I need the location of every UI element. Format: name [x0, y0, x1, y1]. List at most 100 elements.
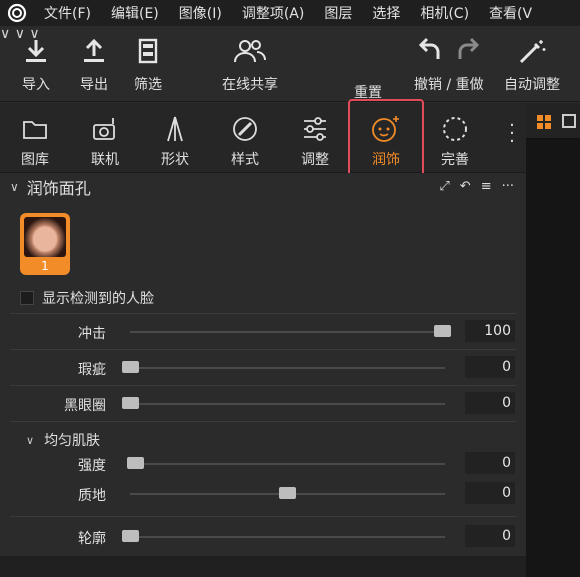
show-faces-label: 显示检测到的人脸 [42, 291, 154, 307]
camera-tether-icon [91, 115, 119, 143]
menu-layers[interactable]: 图层 [324, 3, 352, 23]
slider-value[interactable]: 0 [465, 392, 515, 414]
divider [10, 385, 516, 386]
share-online-button[interactable]: 在线共享 [222, 36, 278, 94]
slider-thumb[interactable] [127, 457, 144, 469]
undo-redo-label: 撤销 / 重做 [414, 77, 484, 93]
auto-adjust-label: 自动调整 [504, 77, 560, 93]
expand-icon[interactable]: ⤢ [439, 179, 449, 194]
slider-track[interactable] [130, 367, 445, 369]
panel-bottom-bar [0, 556, 526, 577]
export-chevron-down-icon[interactable]: ∨ [0, 26, 10, 42]
slider-row-dark-circles: 黑眼圈 0 [0, 392, 526, 416]
slider-track[interactable] [130, 331, 445, 333]
app-logo-icon [4, 0, 30, 26]
slider-row-impact: 冲击 100 [0, 320, 526, 344]
menu-view[interactable]: 查看(V [489, 3, 532, 23]
slider-track[interactable] [130, 536, 445, 538]
slider-thumb[interactable] [122, 361, 139, 373]
show-faces-checkbox[interactable] [20, 291, 34, 305]
divider [10, 421, 516, 422]
panel-actions: ⤢ ↶ ≡ ··· [439, 179, 514, 194]
collapse-chevron-icon[interactable]: ∨ [10, 180, 19, 194]
face-count: 1 [41, 259, 49, 273]
slider-label: 黑眼圈 [64, 398, 106, 414]
tab-adjust[interactable]: 调整 [285, 115, 345, 169]
tab-library[interactable]: 图库 [5, 115, 65, 169]
menu-edit[interactable]: 编辑(E) [111, 3, 159, 23]
slider-value[interactable]: 0 [465, 525, 515, 547]
show-faces-row: 显示检测到的人脸 [20, 288, 154, 308]
slider-label: 瑕疵 [78, 362, 106, 378]
auto-adjust-button[interactable]: 自动调整 [504, 36, 560, 94]
menu-adjustments[interactable]: 调整项(A) [242, 3, 305, 23]
tab-refine-label: 完善 [441, 152, 469, 168]
more-icon[interactable]: ··· [502, 179, 514, 194]
face-thumbnail[interactable]: 1 [20, 213, 70, 275]
filter-button[interactable]: 筛选 [134, 36, 162, 94]
share-online-label: 在线共享 [222, 77, 278, 93]
menu-select[interactable]: 选择 [372, 3, 400, 23]
slider-label: 质地 [78, 488, 106, 504]
menu-bar: 文件(F) 编辑(E) 图像(I) 调整项(A) 图层 选择 相机(C) 查看(… [0, 0, 580, 26]
filter-label: 筛选 [134, 77, 162, 93]
export-icon [82, 36, 106, 66]
divider [10, 313, 516, 314]
chevron-down-icon: ∨ [26, 433, 35, 447]
menu-image[interactable]: 图像(I) [179, 3, 222, 23]
slider-thumb[interactable] [279, 487, 296, 499]
even-skin-title: 均匀肌肤 [44, 433, 101, 449]
menu-icon[interactable]: ≡ [481, 179, 492, 194]
slider-thumb[interactable] [122, 530, 139, 542]
slider-value[interactable]: 100 [465, 320, 515, 342]
more-options-icon[interactable]: · · · [508, 117, 516, 151]
tab-shape[interactable]: 形状 [145, 115, 205, 169]
tab-refine[interactable]: 完善 [425, 115, 485, 169]
slider-row-strength: 强度 0 [0, 452, 526, 476]
magic-wand-icon [517, 36, 547, 66]
export-button[interactable]: 导出 [80, 36, 108, 94]
import-icon [24, 36, 48, 66]
folder-icon [22, 115, 48, 143]
tab-tether[interactable]: 联机 [75, 115, 135, 169]
slider-row-texture: 质地 0 [0, 482, 526, 506]
menu-file[interactable]: 文件(F) [44, 3, 91, 23]
filter-icon [138, 36, 158, 66]
panel-title: 润饰面孔 [26, 179, 91, 198]
tab-adjust-label: 调整 [301, 152, 329, 168]
slider-thumb[interactable] [434, 325, 451, 337]
tab-library-label: 图库 [21, 152, 49, 168]
undo-icon[interactable] [418, 37, 441, 65]
slider-track[interactable] [130, 403, 445, 405]
refine-circle-icon [441, 115, 469, 143]
toolbar: 导入 导出 ∨ 筛选 在线共享 ∨ 重置 撤销 / 重做 自动调整 ∨ [0, 26, 580, 102]
tab-style-label: 样式 [231, 152, 259, 168]
shape-icon [162, 115, 188, 143]
import-label: 导入 [22, 77, 50, 93]
sliders-icon [301, 115, 329, 143]
grid-view-icon[interactable] [536, 114, 552, 134]
reset-panel-icon[interactable]: ↶ [460, 179, 471, 194]
slider-row-contour: 轮廓 0 [0, 525, 526, 549]
slider-value[interactable]: 0 [465, 356, 515, 378]
export-label: 导出 [80, 77, 108, 93]
slider-label: 轮廓 [78, 531, 106, 547]
single-view-icon[interactable] [562, 114, 576, 128]
slider-value[interactable]: 0 [465, 452, 515, 474]
slider-track[interactable] [130, 463, 445, 465]
redo-icon[interactable] [457, 37, 479, 65]
menu-items: 文件(F) 编辑(E) 图像(I) 调整项(A) 图层 选择 相机(C) 查看(… [44, 3, 552, 23]
even-skin-section[interactable]: ∨ 均匀肌肤 [26, 430, 100, 450]
slider-thumb[interactable] [122, 397, 139, 409]
slider-value[interactable]: 0 [465, 482, 515, 504]
divider [10, 516, 516, 517]
divider [10, 349, 516, 350]
menu-camera[interactable]: 相机(C) [420, 3, 469, 23]
tab-style[interactable]: 样式 [215, 115, 275, 169]
people-icon [233, 36, 267, 66]
slider-label: 强度 [78, 458, 106, 474]
style-icon [231, 115, 259, 143]
tab-shape-label: 形状 [161, 152, 189, 168]
retouch-face-panel: ∨ 润饰面孔 ⤢ ↶ ≡ ··· 1 显示检测到的人脸 冲击 100 瑕疵 0 … [0, 173, 526, 577]
import-button[interactable]: 导入 [22, 36, 50, 94]
